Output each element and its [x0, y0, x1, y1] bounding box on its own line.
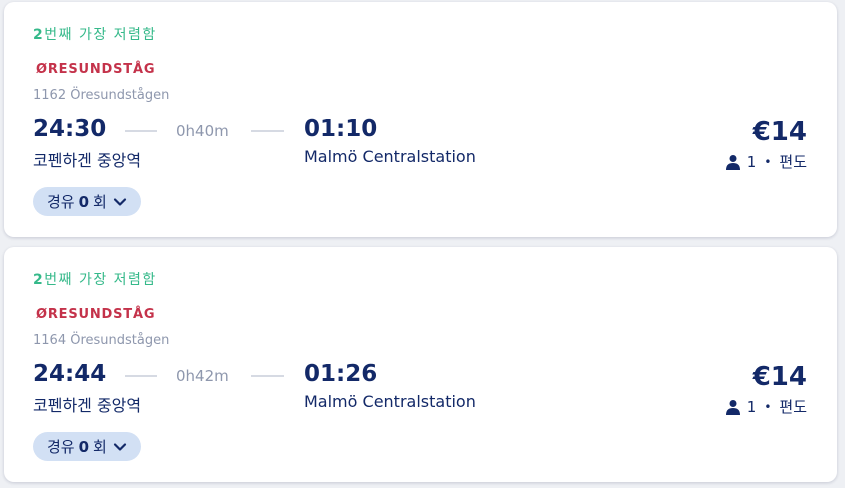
passenger-info: 1 • 편도 — [725, 396, 807, 417]
stops-count: 0 — [78, 192, 90, 211]
trip-card[interactable]: 2번째 가장 저렴함 ØRESUNDSTÅG 1164 Öresundståge… — [4, 247, 837, 482]
passenger-count: 1 — [746, 152, 757, 171]
departure-time: 24:30 — [33, 116, 107, 142]
timeline-divider — [125, 130, 157, 132]
departure-time: 24:44 — [33, 361, 107, 387]
person-icon — [725, 399, 740, 415]
stops-toggle-button[interactable]: 경유 0 회 — [33, 432, 141, 461]
departure-station: 코펜하겐 중앙역 — [33, 151, 142, 170]
stops-label: 경유 — [47, 438, 75, 456]
arrival-station: Malmö Centralstation — [304, 147, 476, 166]
timeline-divider — [251, 375, 284, 377]
stops-toggle-button[interactable]: 경유 0 회 — [33, 187, 141, 216]
trip-card[interactable]: 2번째 가장 저렴함 ØRESUNDSTÅG 1162 Öresundståge… — [4, 2, 837, 237]
arrival-time: 01:26 — [304, 361, 378, 387]
arrival-station: Malmö Centralstation — [304, 392, 476, 411]
cheapest-badge: 2번째 가장 저렴함 — [33, 272, 157, 288]
separator-dot: • — [764, 154, 772, 169]
trip-duration: 0h42m — [176, 367, 229, 385]
stops-unit: 회 — [93, 438, 107, 456]
arrival-time: 01:10 — [304, 116, 378, 142]
separator-dot: • — [764, 399, 772, 414]
person-icon — [725, 154, 740, 170]
trip-type: 편도 — [779, 398, 807, 416]
trip-type: 편도 — [779, 153, 807, 171]
train-number: 1162 Öresundstågen — [33, 88, 170, 103]
stops-label: 경유 — [47, 193, 75, 211]
trip-duration: 0h40m — [176, 122, 229, 140]
chevron-down-icon — [113, 197, 126, 206]
trip-price: €14 — [752, 362, 807, 392]
train-number: 1164 Öresundstågen — [33, 333, 170, 348]
stops-unit: 회 — [93, 193, 107, 211]
timeline-divider — [251, 130, 284, 132]
timeline-divider — [125, 375, 157, 377]
chevron-down-icon — [113, 442, 126, 451]
stops-count: 0 — [78, 437, 90, 456]
operator-logo: ØRESUNDSTÅG — [36, 62, 156, 77]
operator-logo: ØRESUNDSTÅG — [36, 307, 156, 322]
passenger-info: 1 • 편도 — [725, 151, 807, 172]
passenger-count: 1 — [746, 397, 757, 416]
trip-price: €14 — [752, 117, 807, 147]
cheapest-badge: 2번째 가장 저렴함 — [33, 27, 157, 43]
departure-station: 코펜하겐 중앙역 — [33, 396, 142, 415]
